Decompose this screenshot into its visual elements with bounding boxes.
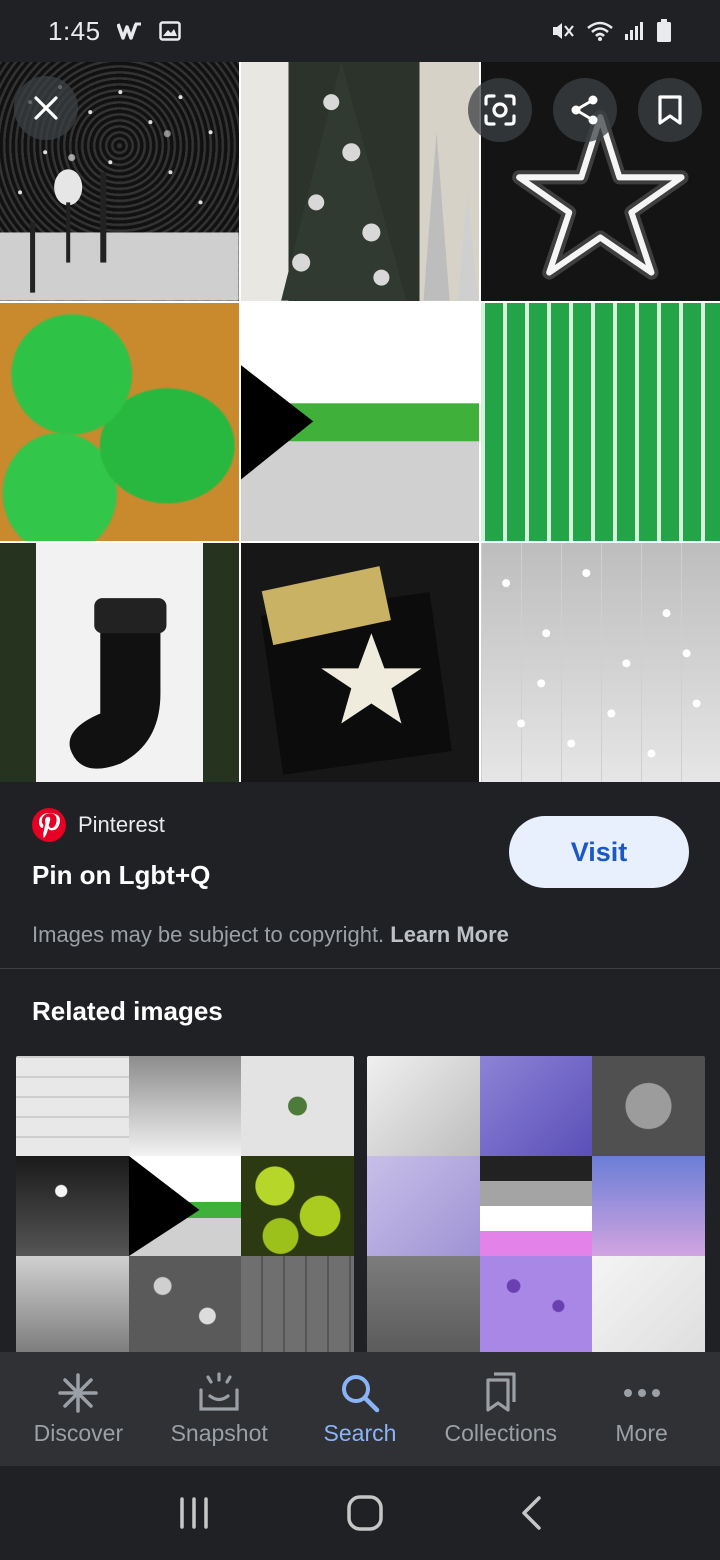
battery-icon (657, 19, 671, 42)
image-tile-green-cookies (0, 302, 239, 542)
main-image[interactable] (0, 62, 720, 782)
nav-snapshot[interactable]: Snapshot (151, 1371, 287, 1447)
related-tile (367, 1056, 480, 1156)
divider (0, 968, 720, 969)
related-tile-ace-flag (479, 1156, 593, 1256)
more-dots-icon (623, 1388, 660, 1397)
lens-icon (484, 94, 516, 126)
nav-search[interactable]: Search (292, 1372, 428, 1447)
related-image[interactable] (16, 1056, 354, 1356)
related-images-title: Related images (32, 996, 223, 1026)
bookmark-icon (658, 95, 682, 125)
related-tile (16, 1156, 129, 1256)
related-tile (592, 1256, 705, 1356)
app-w-icon (116, 22, 141, 40)
related-tile (128, 1056, 242, 1156)
related-tile (16, 1256, 129, 1356)
nav-label: Search (323, 1419, 397, 1446)
page-title[interactable]: Pin on Lgbt+Q (32, 860, 210, 891)
back-icon[interactable] (519, 1495, 543, 1531)
copyright-text: Images may be subject to copyright. (32, 922, 385, 947)
copyright-notice: Images may be subject to copyright. Lear… (32, 922, 509, 948)
nav-more[interactable]: More (574, 1372, 710, 1447)
lens-button[interactable] (468, 78, 532, 142)
image-info: Pinterest Pin on Lgbt+Q Visit Images may… (0, 782, 720, 968)
home-icon[interactable] (346, 1494, 384, 1532)
search-icon (341, 1374, 380, 1412)
wifi-icon (587, 21, 613, 41)
collections-icon (486, 1371, 516, 1412)
image-tile-gift-box (240, 543, 480, 782)
status-time: 1:45 (48, 15, 101, 46)
share-button[interactable] (553, 78, 617, 142)
nav-label: More (615, 1419, 668, 1446)
related-tile (592, 1056, 705, 1156)
bottom-navigation: Discover Snapshot Search Collections Mor… (0, 1352, 720, 1466)
image-tile-green-sweater (481, 302, 720, 542)
nav-label: Discover (33, 1419, 124, 1446)
share-icon (571, 95, 598, 125)
nav-label: Snapshot (170, 1419, 268, 1446)
nav-label: Collections (444, 1419, 558, 1446)
image-tile-christmas-tree (240, 62, 480, 301)
snapshot-icon (199, 1371, 239, 1411)
related-tile (241, 1056, 354, 1156)
related-tile-flag (128, 1156, 242, 1256)
image-tile-string-lights (481, 543, 720, 782)
nav-collections[interactable]: Collections (433, 1371, 569, 1447)
visit-button[interactable]: Visit (509, 816, 689, 888)
learn-more-link[interactable]: Learn More (390, 922, 509, 947)
related-tile (479, 1056, 593, 1156)
asterisk-icon (58, 1372, 99, 1413)
related-tile (241, 1156, 354, 1256)
related-tile (128, 1256, 242, 1356)
image-tile-black-stocking (0, 543, 239, 782)
nav-discover[interactable]: Discover (10, 1372, 146, 1447)
related-image[interactable] (367, 1056, 705, 1356)
source-name: Pinterest (78, 812, 165, 837)
mute-icon (553, 23, 574, 39)
related-tile (241, 1256, 354, 1356)
close-icon (34, 96, 58, 120)
recent-apps-icon[interactable] (177, 1496, 211, 1530)
related-tile (367, 1256, 480, 1356)
image-tile-demiromantic-flag (240, 302, 480, 542)
system-navigation (0, 1466, 720, 1560)
related-tile (592, 1156, 705, 1256)
status-bar: 1:45 (0, 0, 720, 62)
pinterest-logo-icon (32, 808, 66, 842)
save-button[interactable] (638, 78, 702, 142)
gallery-icon (158, 21, 181, 41)
signal-icon (625, 22, 643, 40)
related-tile (367, 1156, 480, 1256)
source-row[interactable]: Pinterest (32, 808, 165, 842)
related-tile (479, 1256, 593, 1356)
close-button[interactable] (14, 76, 78, 140)
related-tile (16, 1056, 129, 1156)
